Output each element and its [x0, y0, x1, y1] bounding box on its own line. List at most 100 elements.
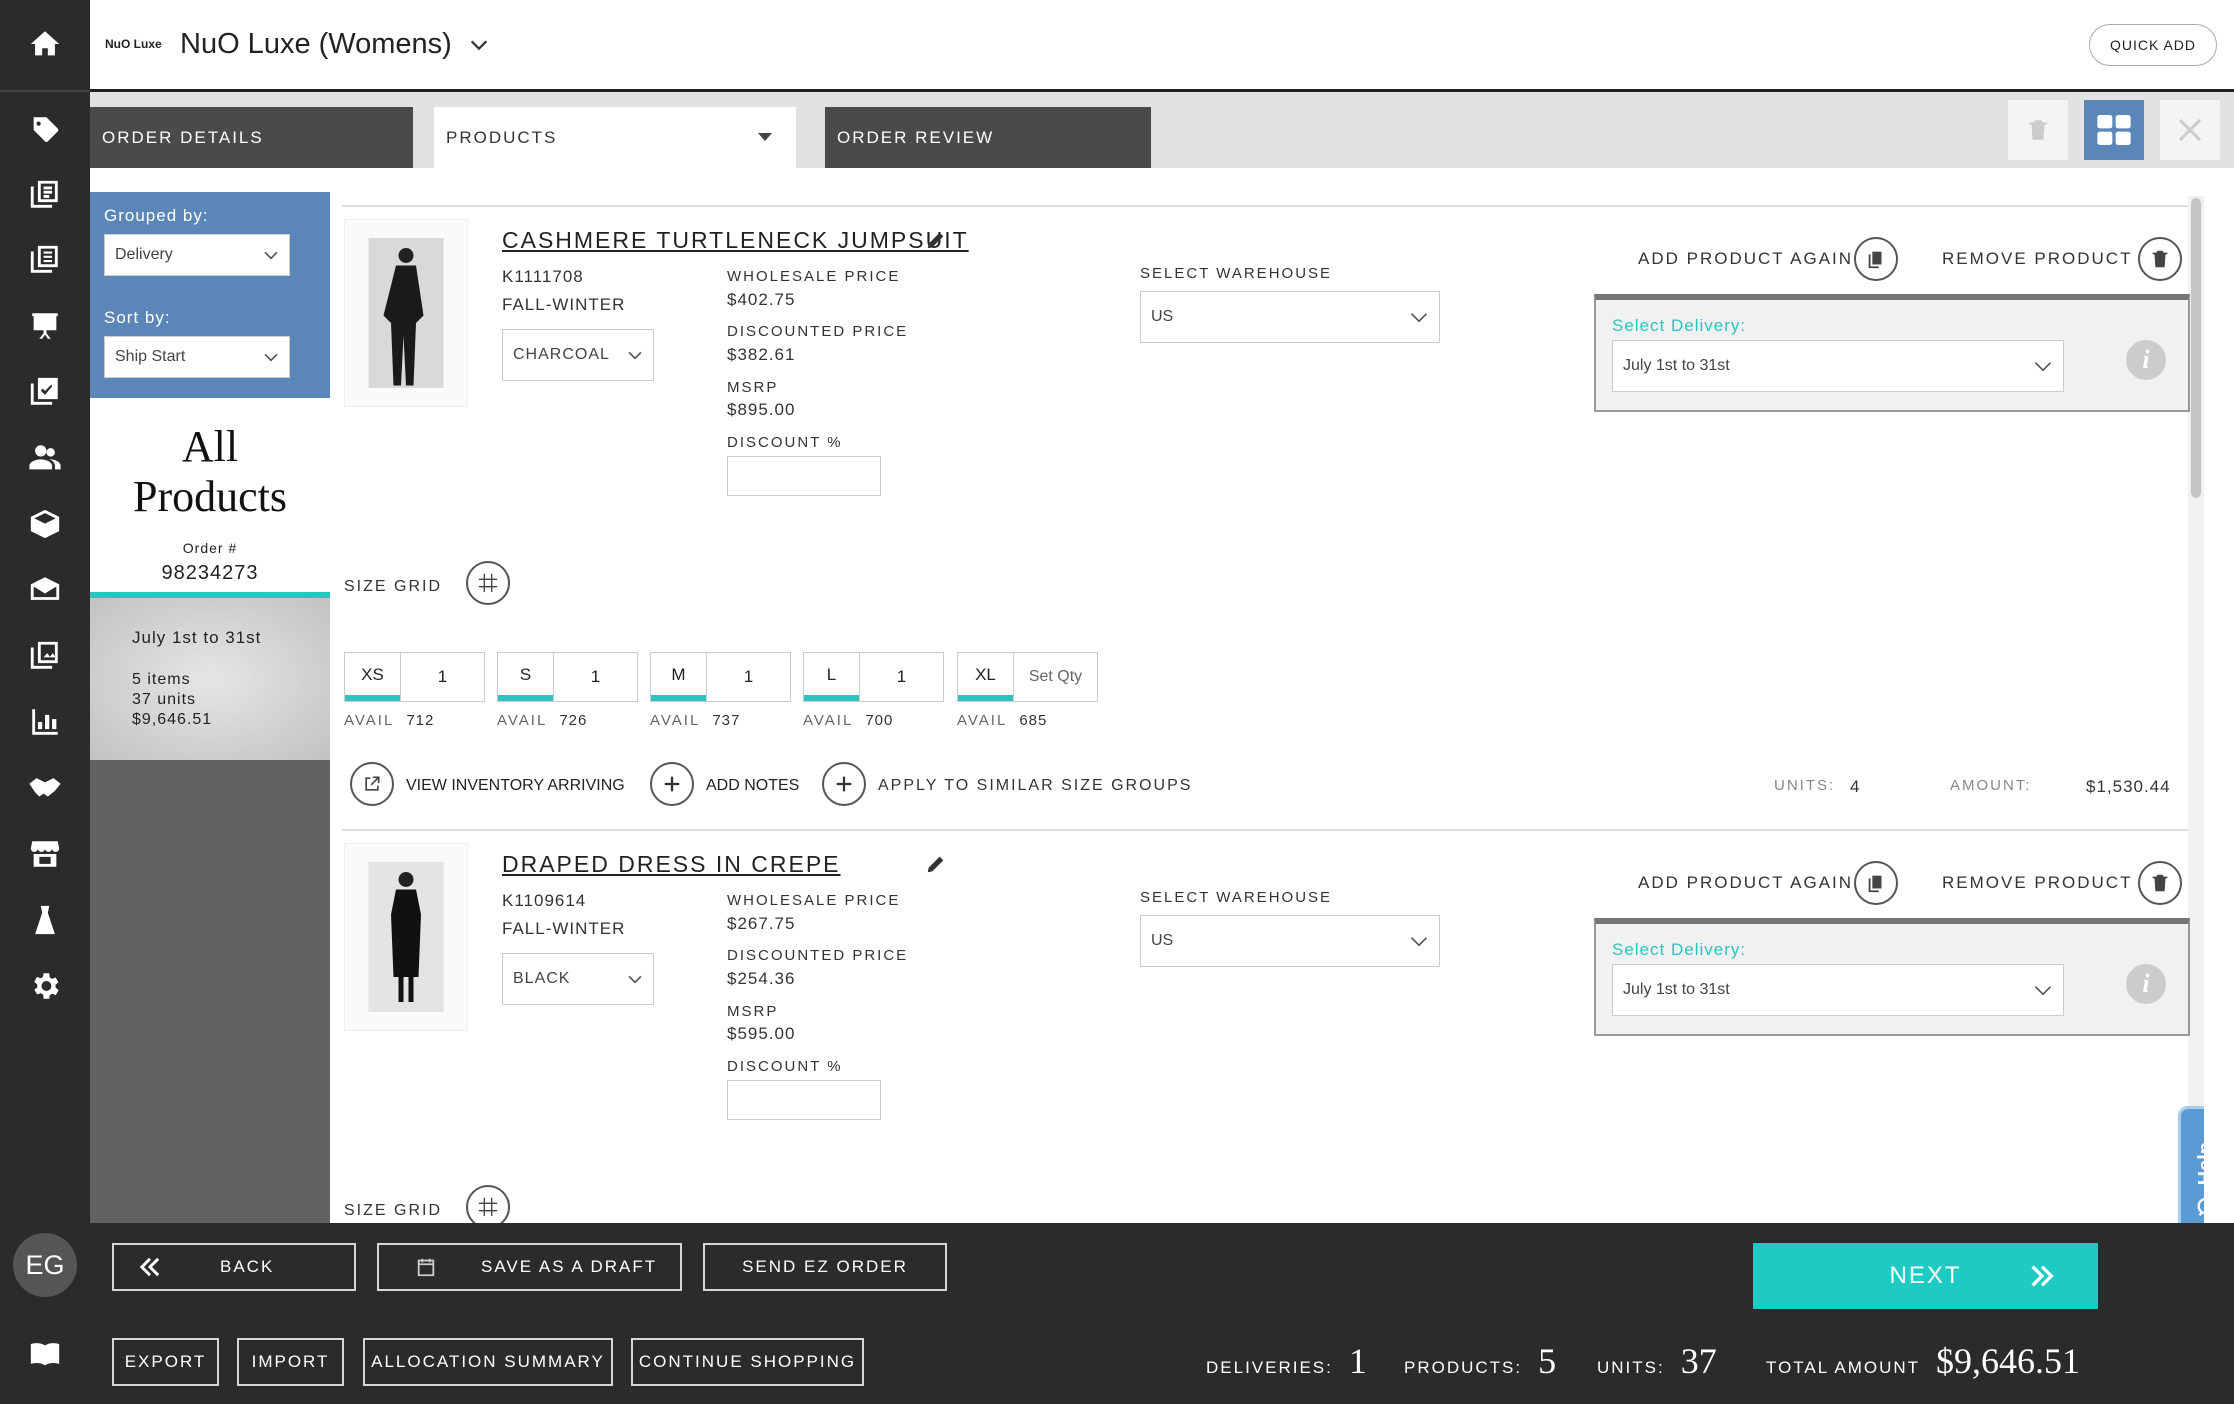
tab-products[interactable]: PRODUCTS: [434, 107, 796, 168]
store-icon[interactable]: [25, 834, 65, 874]
double-chevron-right-icon: [2031, 1265, 2054, 1287]
msrp-label: MSRP: [727, 1003, 779, 1020]
add-notes-button[interactable]: [650, 762, 694, 806]
close-button[interactable]: [2160, 100, 2220, 160]
checklist-icon[interactable]: [25, 372, 65, 412]
product-image[interactable]: [344, 843, 468, 1031]
chevron-down-icon[interactable]: [468, 34, 490, 56]
size-grid-button[interactable]: [466, 1185, 510, 1223]
delivery-group-item[interactable]: July 1st to 31st 5 items 37 units $9,646…: [90, 598, 330, 760]
msrp-value: $595.00: [727, 1024, 796, 1043]
size-qty-xl[interactable]: XL Set Qty: [957, 652, 1098, 702]
chevron-down-icon: [2034, 362, 2052, 372]
size-grid-label: SIZE GRID: [344, 1202, 443, 1219]
gear-icon[interactable]: [25, 966, 65, 1006]
back-button[interactable]: BACK: [112, 1243, 356, 1291]
grouped-by-select[interactable]: Delivery: [104, 234, 290, 276]
avail-xl: AVAIL 685: [957, 712, 1048, 729]
chevron-down-icon: [2034, 986, 2052, 996]
orders-list-icon[interactable]: [25, 240, 65, 280]
continue-shopping-button[interactable]: CONTINUE SHOPPING: [631, 1338, 864, 1386]
remove-product-label: REMOVE PRODUCT: [1942, 249, 2133, 268]
size-qty-xs[interactable]: XS 1: [344, 652, 485, 702]
grid-view-button[interactable]: [2084, 100, 2144, 160]
size-grid-button[interactable]: [466, 561, 510, 605]
apply-similar-label[interactable]: APPLY TO SIMILAR SIZE GROUPS: [878, 777, 1192, 795]
apply-similar-button[interactable]: [822, 762, 866, 806]
scrollbar[interactable]: [2188, 196, 2204, 1223]
product-sku: K1109614: [502, 891, 587, 910]
next-button[interactable]: NEXT: [1753, 1243, 2098, 1309]
copy-icon: [1868, 875, 1882, 893]
double-chevron-left-icon: [139, 1257, 160, 1277]
trash-button[interactable]: [2008, 100, 2068, 160]
handshake-icon[interactable]: [25, 768, 65, 808]
delivery-items: 5 items: [132, 671, 191, 688]
size-qty-l[interactable]: L1: [803, 652, 944, 702]
discounted-price-label: DISCOUNTED PRICE: [727, 323, 909, 340]
add-product-again-button[interactable]: [1854, 237, 1898, 281]
delivery-selector-panel: Select Delivery: July 1st to 31st i: [1594, 294, 2190, 412]
size-qty-m[interactable]: M1: [650, 652, 791, 702]
mail-icon[interactable]: [25, 570, 65, 610]
presentation-icon[interactable]: [25, 306, 65, 346]
add-product-again-button[interactable]: [1854, 861, 1898, 905]
delivery-name: July 1st to 31st: [132, 628, 262, 647]
units-label: UNITS:: [1774, 777, 1836, 794]
remove-product-button[interactable]: [2138, 237, 2182, 281]
tab-order-details[interactable]: ORDER DETAILS: [90, 107, 413, 168]
avail-xs: AVAIL 712: [344, 712, 435, 729]
info-icon[interactable]: i: [2126, 340, 2166, 380]
book-icon[interactable]: [25, 1334, 65, 1374]
product-image[interactable]: [344, 219, 468, 407]
discount-input[interactable]: [727, 1080, 881, 1120]
avail-s: AVAIL 726: [497, 712, 588, 729]
size-qty-s[interactable]: S1: [497, 652, 638, 702]
warehouse-select[interactable]: US: [1140, 291, 1440, 343]
box-icon[interactable]: [25, 504, 65, 544]
edit-pencil-icon[interactable]: [925, 853, 947, 880]
delivery-amount: $9,646.51: [132, 711, 213, 728]
discount-label: DISCOUNT %: [727, 434, 843, 451]
send-ez-order-button[interactable]: SEND EZ ORDER: [703, 1243, 947, 1291]
discount-input[interactable]: [727, 456, 881, 496]
msrp-label: MSRP: [727, 379, 779, 396]
grid-icon: [478, 1197, 498, 1217]
home-icon[interactable]: [25, 24, 65, 64]
chevron-down-icon: [1410, 313, 1428, 323]
chat-bubble-icon: [2197, 1197, 2204, 1216]
avatar[interactable]: EG: [13, 1233, 77, 1297]
sort-by-select[interactable]: Ship Start: [104, 336, 290, 378]
product-name-link[interactable]: DRAPED DRESS IN CREPE: [502, 851, 841, 878]
users-icon[interactable]: [25, 438, 65, 478]
save-draft-button[interactable]: SAVE AS A DRAFT: [377, 1243, 682, 1291]
tab-order-review[interactable]: ORDER REVIEW: [825, 107, 1151, 168]
select-warehouse-label: SELECT WAREHOUSE: [1140, 265, 1333, 282]
close-icon: [2178, 118, 2202, 142]
import-button[interactable]: IMPORT: [237, 1338, 344, 1386]
dress-icon[interactable]: [25, 900, 65, 940]
tag-icon[interactable]: [25, 110, 65, 150]
add-notes-label[interactable]: ADD NOTES: [706, 777, 799, 795]
allocation-summary-button[interactable]: ALLOCATION SUMMARY: [363, 1338, 613, 1386]
view-inventory-label[interactable]: VIEW INVENTORY ARRIVING: [406, 777, 625, 795]
quick-add-button[interactable]: QUICK ADD: [2089, 24, 2217, 66]
reports-icon[interactable]: [25, 702, 65, 742]
caret-down-icon: [758, 133, 772, 141]
delivery-select[interactable]: July 1st to 31st: [1612, 340, 2064, 392]
warehouse-select[interactable]: US: [1140, 915, 1440, 967]
products-stat: PRODUCTS: 5: [1404, 1341, 1557, 1381]
remove-product-button[interactable]: [2138, 861, 2182, 905]
color-select[interactable]: BLACK: [502, 953, 654, 1005]
help-tab[interactable]: Help: [2178, 1106, 2204, 1223]
view-inventory-button[interactable]: [350, 762, 394, 806]
delivery-select[interactable]: July 1st to 31st: [1612, 964, 2064, 1016]
export-button[interactable]: EXPORT: [112, 1338, 219, 1386]
heading-products: Products: [133, 472, 287, 521]
catalog-icon[interactable]: [25, 175, 65, 215]
color-select[interactable]: CHARCOAL: [502, 329, 654, 381]
gallery-icon[interactable]: [25, 636, 65, 676]
product-name-link[interactable]: CASHMERE TURTLENECK JUMPSUIT: [502, 227, 969, 254]
edit-pencil-icon[interactable]: [925, 229, 947, 256]
info-icon[interactable]: i: [2126, 964, 2166, 1004]
